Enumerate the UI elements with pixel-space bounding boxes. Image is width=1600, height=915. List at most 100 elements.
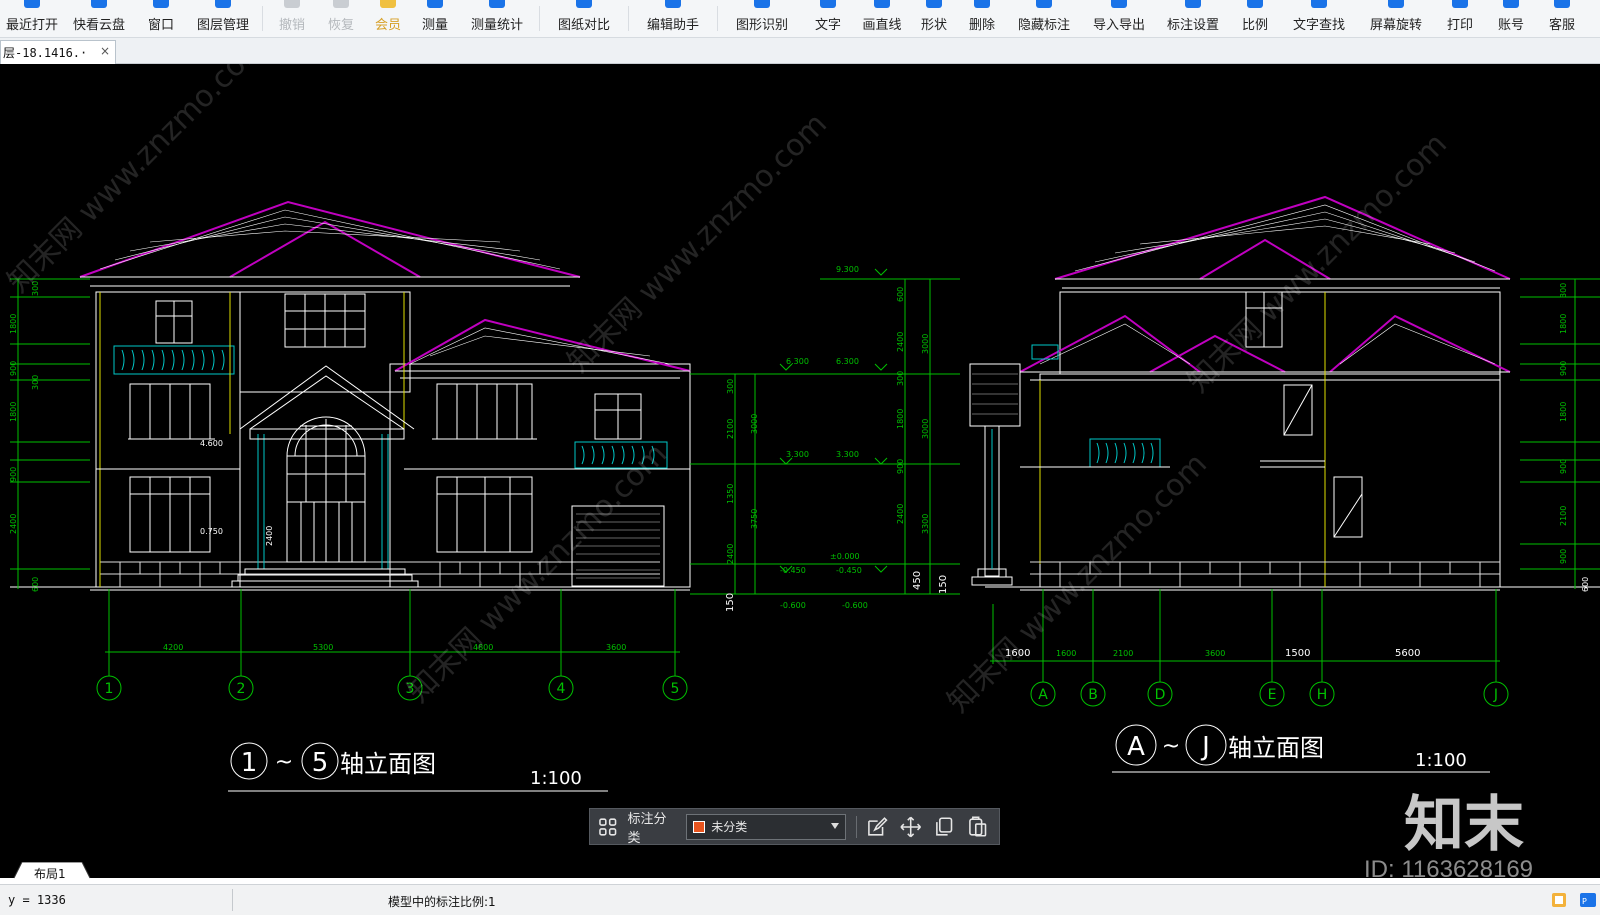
text-search-icon	[1311, 0, 1327, 8]
mid-dim-b: 2100	[726, 419, 735, 439]
pdf-icon[interactable]: P	[1578, 891, 1596, 909]
document-tab[interactable]: 层-18.1416.· ×	[0, 40, 116, 64]
annotation-toolbar: 标注分类 未分类	[589, 808, 1000, 846]
left-height-dim-2: 1800	[9, 314, 18, 334]
toolbar-button-customer-service[interactable]: 客服	[1536, 0, 1588, 37]
scale-icon	[1247, 0, 1263, 8]
mid-dim-g: 150	[725, 593, 736, 612]
right-title-axis-start: A	[1127, 732, 1145, 762]
toolbar-button-compare[interactable]: 图纸对比	[544, 0, 624, 37]
shape-recognition-icon	[754, 0, 770, 8]
mid-dim-p: 2400	[896, 504, 905, 524]
left-height-dim-6: 900	[9, 467, 18, 482]
toolbar-button-label: 快看云盘	[72, 18, 125, 33]
left-inner-dim-3: 2400	[265, 526, 274, 546]
grid-menu-icon[interactable]	[598, 817, 618, 837]
main-toolbar: 最近打开 快看云盘 窗口 图层管理 撤销 恢复 会员 测量 测量统计 图纸对比 编辑助手 图形识别 文字…	[0, 0, 1600, 38]
close-tab-icon[interactable]: ×	[100, 44, 110, 58]
right-view-title: A ~ J 轴立面图 1:100	[1112, 724, 1490, 773]
left-view-scale: 1:100	[530, 768, 582, 789]
layers-icon	[215, 0, 231, 8]
left-height-dim-3: 900	[9, 361, 18, 376]
right-title-tilde: ~	[1162, 734, 1180, 759]
right-height-dim-1: 300	[1559, 283, 1568, 298]
toolbar-button-undo[interactable]: 撤销	[267, 0, 317, 37]
toolbar-button-rotate-screen[interactable]: 屏幕旋转	[1358, 0, 1434, 37]
right-axis-label-j: J	[1493, 687, 1498, 703]
right-height-dim-3: 900	[1559, 361, 1568, 376]
move-icon[interactable]	[899, 815, 922, 839]
mid-dim-k: 300	[896, 371, 905, 386]
recent-open-icon	[24, 0, 40, 8]
right-height-dim-10: 600	[1581, 577, 1590, 592]
toolbar-button-line[interactable]: 画直线	[854, 0, 910, 37]
toolbar-button-account[interactable]: 账号	[1486, 0, 1536, 37]
toolbar-button-label: 删除	[968, 18, 995, 33]
toolbar-button-window[interactable]: 窗口	[134, 0, 188, 37]
toolbar-button-label: 会员	[374, 18, 401, 33]
toolbar-button-ruler[interactable]: 测量	[411, 0, 459, 37]
watermark-4: 知末网 www.znzmo.com	[941, 447, 1214, 720]
copy-icon[interactable]	[932, 815, 955, 839]
toolbar-button-import-export[interactable]: 导入导出	[1082, 0, 1156, 37]
toolbar-separator	[856, 815, 858, 838]
mid-dim-q: 450	[912, 571, 923, 590]
level-0450-left: -0.450	[780, 566, 806, 575]
right-axis-labels: A B D E H J	[1038, 687, 1498, 703]
layout-tab-label: 布局1	[34, 867, 66, 881]
toolbar-button-recent-open[interactable]: 最近打开	[0, 0, 64, 37]
toolbar-button-label: 形状	[920, 18, 947, 33]
toolbar-button-text[interactable]: 文字	[802, 0, 854, 37]
mid-dim-f: 2400	[726, 544, 735, 564]
annotation-scale-text: 模型中的标注比例:1	[388, 895, 496, 909]
toolbar-button-label: 隐藏标注	[1017, 18, 1070, 33]
toolbar-button-label: 撤销	[278, 18, 305, 33]
toolbar-button-label: 导入导出	[1092, 18, 1145, 33]
cad-viewer-app: 最近打开 快看云盘 窗口 图层管理 撤销 恢复 会员 测量 测量统计 图纸对比 编辑助手 图形识别 文字…	[0, 0, 1600, 915]
cursor-coordinate: y = 1336	[8, 893, 66, 907]
level-3300-right: 3.300	[836, 450, 859, 459]
left-axis-labels: 1 2 3 4 5	[105, 681, 680, 697]
toolbar-button-text-search[interactable]: 文字查找	[1280, 0, 1358, 37]
category-color-swatch	[693, 820, 706, 833]
page-icon[interactable]	[1550, 891, 1568, 909]
right-height-dim-9: 900	[1559, 549, 1568, 564]
account-icon	[1503, 0, 1519, 8]
watermark-5: 知末网 www.znzmo.com	[1181, 127, 1454, 400]
toolbar-button-vip[interactable]: 会员	[365, 0, 411, 37]
toolbar-button-shape-recognition[interactable]: 图形识别	[722, 0, 802, 37]
left-view-title-text: 轴立面图	[340, 750, 436, 778]
toolbar-separator	[539, 6, 540, 31]
mid-dim-e: 3750	[750, 509, 759, 529]
right-axis-label-b: B	[1088, 687, 1098, 703]
toolbar-button-print[interactable]: 打印	[1434, 0, 1486, 37]
toolbar-button-hide-annotation[interactable]: 隐藏标注	[1006, 0, 1082, 37]
right-axis-label-d: D	[1155, 687, 1166, 703]
left-inner-dim-1: 4.600	[200, 439, 223, 448]
layout-tab-1[interactable]: 布局1	[14, 862, 90, 884]
toolbar-button-scale[interactable]: 比例	[1230, 0, 1280, 37]
toolbar-button-layers[interactable]: 图层管理	[188, 0, 258, 37]
toolbar-button-shape[interactable]: 形状	[910, 0, 958, 37]
edit-icon[interactable]	[865, 815, 888, 839]
paste-icon[interactable]	[966, 815, 989, 839]
mid-dim-o: 3300	[921, 514, 930, 534]
left-height-dim-8: 600	[31, 577, 40, 592]
toolbar-button-edit-assistant[interactable]: 编辑助手	[633, 0, 713, 37]
right-axis-label-a: A	[1038, 687, 1048, 703]
annotation-category-select[interactable]: 未分类	[686, 813, 847, 840]
right-height-dim-5: 1800	[1559, 402, 1568, 422]
window-icon	[153, 0, 169, 8]
toolbar-button-measure-stats[interactable]: 测量统计	[459, 0, 535, 37]
left-axis-label-1: 1	[105, 681, 114, 697]
rotate-screen-icon	[1388, 0, 1404, 8]
toolbar-button-redo[interactable]: 恢复	[317, 0, 365, 37]
toolbar-button-eraser[interactable]: 删除	[958, 0, 1006, 37]
toolbar-button-annotation-settings[interactable]: 标注设置	[1156, 0, 1230, 37]
drawing-canvas[interactable]: 4200 5300 4800 3600 300 1800 900 300 180…	[0, 64, 1600, 862]
toolbar-button-label: 屏幕旋转	[1369, 18, 1422, 33]
toolbar-button-cloud-disk[interactable]: 快看云盘	[64, 0, 134, 37]
watermark-2: 知末网 www.znzmo.com	[401, 437, 674, 710]
toolbar-separator	[262, 6, 263, 31]
print-icon	[1452, 0, 1468, 8]
